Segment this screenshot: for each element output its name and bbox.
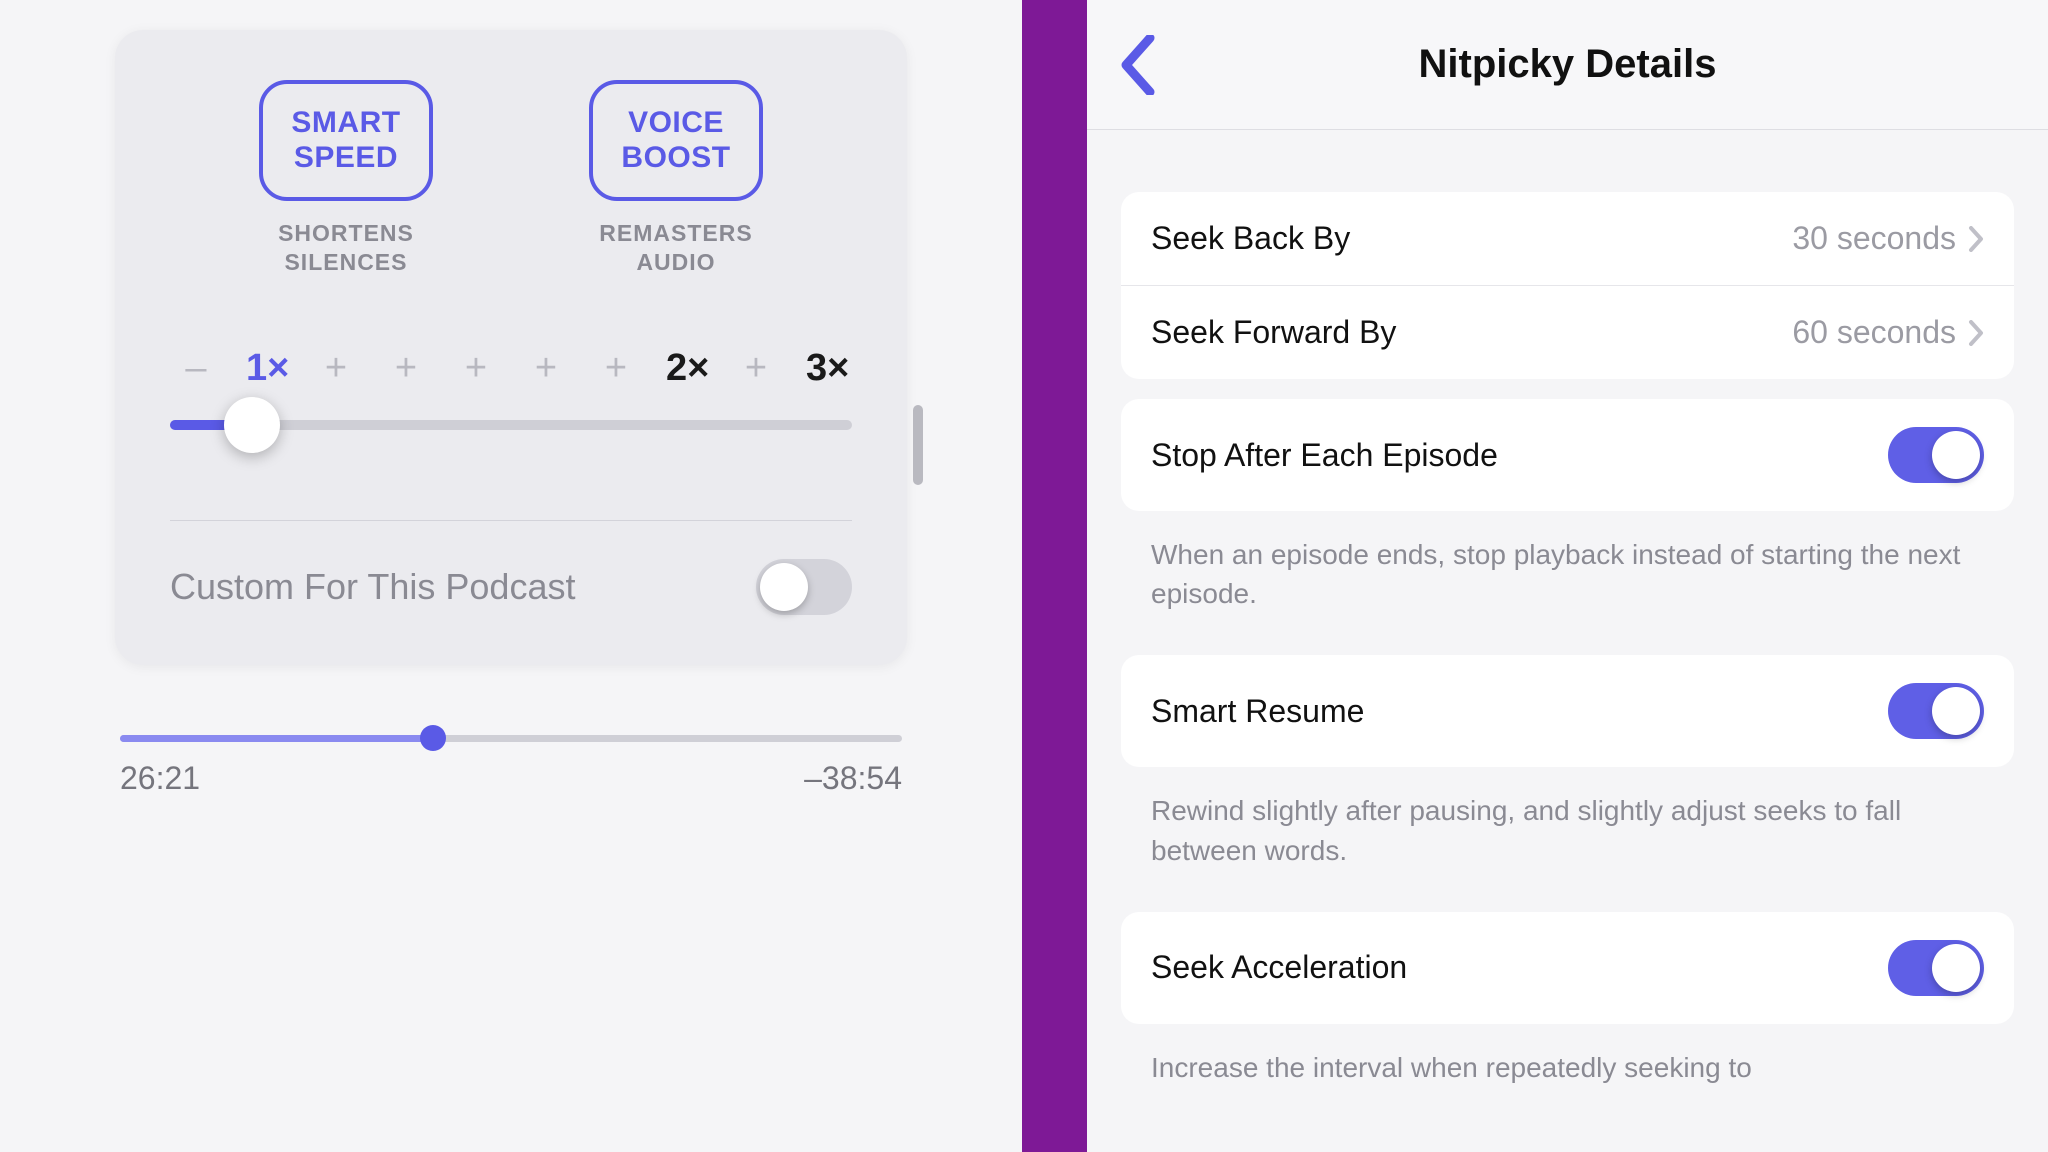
speed-slider[interactable] [170, 420, 852, 430]
playback-settings-pane: SMART SPEED SHORTENS SILENCES VOICE BOOS… [0, 0, 1022, 1152]
smart-resume-desc: Rewind slightly after pausing, and sligh… [1121, 787, 2014, 911]
custom-podcast-toggle[interactable] [756, 559, 852, 615]
speed-tick[interactable]: + [736, 347, 776, 390]
chevron-right-icon [1968, 226, 1984, 252]
divider [170, 520, 852, 521]
smart-resume-group: Smart Resume [1121, 655, 2014, 767]
page-title: Nitpicky Details [1419, 42, 1717, 87]
feature-buttons-row: SMART SPEED SHORTENS SILENCES VOICE BOOS… [170, 80, 852, 277]
progress-thumb[interactable] [420, 725, 446, 751]
toggle-knob [1932, 944, 1980, 992]
seek-accel-desc: Increase the interval when repeatedly se… [1121, 1044, 2014, 1129]
settings-body: Seek Back By 30 seconds Seek Forward By … [1087, 130, 2048, 1129]
seek-accel-row: Seek Acceleration [1121, 912, 2014, 1024]
elapsed-time: 26:21 [120, 760, 200, 797]
stop-each-group: Stop After Each Episode [1121, 399, 2014, 511]
custom-podcast-label: Custom For This Podcast [170, 566, 575, 608]
seek-forward-row[interactable]: Seek Forward By 60 seconds [1121, 285, 2014, 379]
progress-fill [120, 735, 433, 742]
speed-tick[interactable]: 2× [666, 347, 706, 390]
smart-resume-row: Smart Resume [1121, 655, 2014, 767]
seek-back-value-text: 30 seconds [1792, 220, 1956, 257]
stop-each-toggle[interactable] [1888, 427, 1984, 483]
toggle-knob [760, 563, 808, 611]
chevron-right-icon [1968, 320, 1984, 346]
custom-podcast-row: Custom For This Podcast [170, 559, 852, 615]
seek-group: Seek Back By 30 seconds Seek Forward By … [1121, 192, 2014, 379]
speed-tick[interactable]: + [526, 347, 566, 390]
smart-resume-label: Smart Resume [1151, 693, 1364, 730]
smart-resume-toggle[interactable] [1888, 683, 1984, 739]
playback-progress-bar[interactable] [120, 735, 902, 742]
speed-tick[interactable]: + [386, 347, 426, 390]
speed-tick[interactable]: + [316, 347, 356, 390]
remaining-time: –38:54 [804, 760, 902, 797]
seek-accel-group: Seek Acceleration [1121, 912, 2014, 1024]
speed-tick-row: –1× + + + + +2× +3× [170, 347, 852, 390]
stop-each-label: Stop After Each Episode [1151, 437, 1498, 474]
voice-boost-subtitle: REMASTERS AUDIO [599, 219, 752, 277]
smart-speed-feature: SMART SPEED SHORTENS SILENCES [221, 80, 471, 277]
smart-speed-subtitle: SHORTENS SILENCES [278, 219, 414, 277]
stop-each-row: Stop After Each Episode [1121, 399, 2014, 511]
speed-tick[interactable]: + [456, 347, 496, 390]
speed-tick[interactable]: 3× [806, 347, 846, 390]
voice-boost-feature: VOICE BOOST REMASTERS AUDIO [551, 80, 801, 277]
time-row: 26:21 –38:54 [120, 760, 902, 797]
toggle-knob [1932, 687, 1980, 735]
smart-speed-button[interactable]: SMART SPEED [259, 80, 432, 201]
nitpicky-details-pane: Nitpicky Details Seek Back By 30 seconds… [1087, 0, 2048, 1152]
seek-forward-value-text: 60 seconds [1792, 314, 1956, 351]
navbar: Nitpicky Details [1087, 0, 2048, 130]
playback-card: SMART SPEED SHORTENS SILENCES VOICE BOOS… [115, 30, 907, 665]
seek-accel-label: Seek Acceleration [1151, 949, 1407, 986]
seek-back-label: Seek Back By [1151, 220, 1350, 257]
seek-back-value: 30 seconds [1792, 220, 1984, 257]
speed-tick[interactable]: 1× [246, 347, 286, 390]
chevron-left-icon [1117, 35, 1159, 95]
stop-each-desc: When an episode ends, stop playback inst… [1121, 531, 2014, 655]
speed-slider-thumb[interactable] [224, 397, 280, 453]
back-button[interactable] [1117, 35, 1159, 95]
scroll-indicator [913, 405, 923, 485]
voice-boost-button[interactable]: VOICE BOOST [589, 80, 762, 201]
seek-forward-label: Seek Forward By [1151, 314, 1396, 351]
speed-tick[interactable]: – [176, 347, 216, 390]
seek-forward-value: 60 seconds [1792, 314, 1984, 351]
speed-tick[interactable]: + [596, 347, 636, 390]
seek-back-row[interactable]: Seek Back By 30 seconds [1121, 192, 2014, 285]
seek-accel-toggle[interactable] [1888, 940, 1984, 996]
playback-progress-section: 26:21 –38:54 [120, 735, 902, 797]
toggle-knob [1932, 431, 1980, 479]
